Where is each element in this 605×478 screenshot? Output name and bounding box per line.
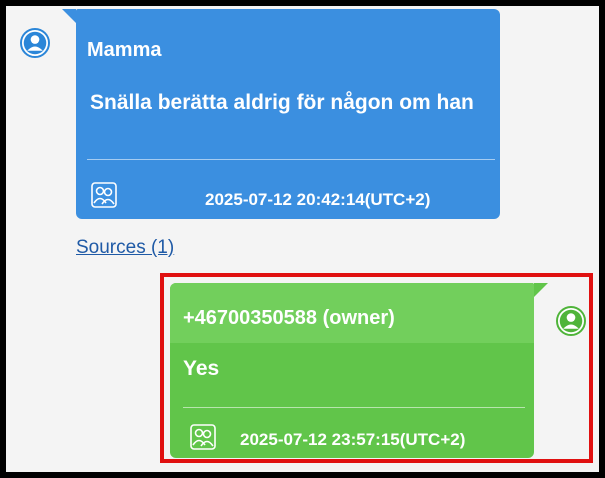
- bubble-tail: [534, 283, 548, 297]
- incoming-message-bubble[interactable]: Mamma Snälla berätta aldrig för någon om…: [62, 9, 500, 219]
- outgoing-avatar-icon[interactable]: [556, 306, 586, 336]
- outgoing-timestamp: 2025-07-12 23:57:15(UTC+2): [240, 430, 466, 449]
- incoming-divider: [87, 159, 495, 160]
- outgoing-message-bubble[interactable]: +46700350588 (owner) Yes 2025-07-12 23:5…: [170, 283, 548, 458]
- outgoing-divider: [183, 407, 525, 408]
- outgoing-message-text: Yes: [183, 357, 220, 380]
- incoming-sender-name: Mamma: [87, 39, 162, 61]
- outgoing-sender-name: +46700350588 (owner): [183, 307, 395, 329]
- bubble-tail: [62, 9, 76, 23]
- incoming-timestamp: 2025-07-12 20:42:14(UTC+2): [205, 190, 431, 209]
- sources-link[interactable]: Sources (1): [76, 237, 174, 259]
- incoming-avatar-icon[interactable]: [20, 28, 50, 58]
- group-icon[interactable]: [91, 182, 117, 208]
- group-icon[interactable]: [190, 424, 216, 450]
- incoming-message-text: Snälla berätta aldrig för någon om han: [90, 91, 474, 114]
